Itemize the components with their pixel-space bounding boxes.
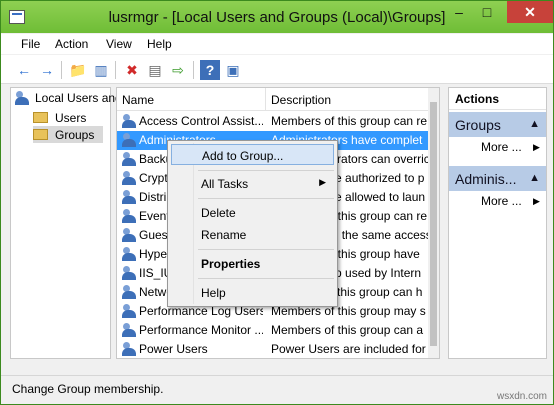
tree-item-label: Users xyxy=(55,111,87,125)
collapse-icon[interactable]: ▲ xyxy=(529,172,540,184)
show-hide-tree-icon[interactable]: ▥ xyxy=(91,60,111,80)
actions-header: Actions xyxy=(449,88,546,110)
title-bar[interactable]: lusrmgr - [Local Users and Groups (Local… xyxy=(1,1,553,33)
more-actions-link[interactable]: More ... ▶ xyxy=(481,194,540,208)
more-actions-link[interactable]: More ... ▶ xyxy=(481,140,540,154)
section-title: Adminis... xyxy=(455,171,517,187)
action-pane-icon[interactable]: ▣ xyxy=(223,60,243,80)
menu-label: Rename xyxy=(201,228,247,242)
submenu-arrow-icon: ▶ xyxy=(533,196,540,206)
group-icon xyxy=(122,323,137,337)
group-icon xyxy=(122,133,137,147)
menu-delete[interactable]: Delete xyxy=(171,202,334,223)
table-row[interactable]: Performance Monitor ... Members of this g… xyxy=(117,321,429,340)
scroll-thumb[interactable] xyxy=(430,102,437,346)
group-icon xyxy=(122,190,137,204)
lusrmgr-window: lusrmgr - [Local Users and Groups (Local… xyxy=(0,0,554,405)
more-label: More ... xyxy=(481,140,522,154)
computer-users-icon xyxy=(15,91,30,105)
submenu-arrow-icon: ▶ xyxy=(319,177,326,187)
menu-separator xyxy=(198,170,334,171)
folder-icon xyxy=(33,129,48,140)
group-icon xyxy=(122,266,137,280)
up-folder-icon[interactable]: 📁 xyxy=(68,60,88,80)
tree-item-users[interactable]: Users xyxy=(33,109,103,126)
actions-section-selected[interactable]: Adminis... ▲ xyxy=(449,166,546,191)
menu-help[interactable]: Help xyxy=(171,282,334,303)
menu-label: All Tasks xyxy=(201,177,249,191)
group-icon xyxy=(122,342,137,356)
group-icon xyxy=(122,247,137,261)
close-button[interactable]: ✕ xyxy=(507,1,553,23)
forward-icon[interactable]: → xyxy=(37,60,57,80)
menu-label: Properties xyxy=(201,257,261,271)
collapse-icon[interactable]: ▲ xyxy=(529,118,540,130)
status-text: Change Group membership. xyxy=(12,382,164,396)
menu-bar: File Action View Help xyxy=(1,34,553,54)
watermark: wsxdn.com xyxy=(496,391,547,402)
more-label: More ... xyxy=(481,194,522,208)
group-description: Power Users are included for xyxy=(271,342,426,356)
group-icon xyxy=(122,228,137,242)
menu-label: Add to Group... xyxy=(202,149,284,163)
group-icon xyxy=(122,209,137,223)
toolbar-separator xyxy=(61,61,62,79)
help-icon[interactable]: ? xyxy=(200,60,220,80)
group-name: Access Control Assist... xyxy=(139,114,263,128)
section-title: Groups xyxy=(455,117,501,133)
list-header: Name Description xyxy=(117,88,428,111)
group-name: Performance Monitor ... xyxy=(139,323,263,337)
back-icon[interactable]: ← xyxy=(14,60,34,80)
toolbar: ← → 📁 ▥ ✖ ▤ ⇨ ? ▣ xyxy=(1,55,553,84)
group-icon xyxy=(122,114,137,128)
console-tree: Local Users and Groups (Local) Users Gro… xyxy=(10,87,204,359)
actions-section-groups[interactable]: Groups ▲ xyxy=(449,112,546,137)
toolbar-separator xyxy=(193,61,194,79)
tree-item-groups[interactable]: Groups xyxy=(33,126,103,143)
group-icon xyxy=(122,304,137,318)
group-description: Members of this group can a xyxy=(271,323,424,337)
menu-action[interactable]: Action xyxy=(55,37,88,51)
menu-separator xyxy=(198,198,334,199)
group-icon xyxy=(122,171,137,185)
menu-add-to-group[interactable]: Add to Group... xyxy=(171,144,334,165)
menu-separator xyxy=(198,278,334,279)
group-name: Power Users xyxy=(139,342,208,356)
menu-file[interactable]: File xyxy=(21,37,40,51)
submenu-arrow-icon: ▶ xyxy=(533,142,540,152)
properties-icon[interactable]: ▤ xyxy=(145,60,165,80)
menu-all-tasks[interactable]: All Tasks ▶ xyxy=(171,173,334,194)
folder-icon xyxy=(33,112,48,123)
tree-item-label: Groups xyxy=(55,128,95,142)
column-header-description[interactable]: Description xyxy=(271,93,331,107)
delete-icon[interactable]: ✖ xyxy=(122,60,142,80)
minimize-button[interactable]: – xyxy=(445,1,473,23)
group-description: Members of this group can re xyxy=(271,114,428,128)
menu-view[interactable]: View xyxy=(106,37,132,51)
context-menu: Add to Group... All Tasks ▶ Delete Renam… xyxy=(167,140,338,307)
menu-help[interactable]: Help xyxy=(147,37,172,51)
menu-label: Help xyxy=(201,286,226,300)
table-row[interactable]: Power Users Power Users are included for xyxy=(117,340,429,358)
menu-label: Delete xyxy=(201,206,236,220)
export-list-icon[interactable]: ⇨ xyxy=(168,60,188,80)
column-header-name[interactable]: Name xyxy=(122,93,154,107)
toolbar-separator xyxy=(115,61,116,79)
menu-rename[interactable]: Rename xyxy=(171,224,334,245)
status-bar: Change Group membership. xyxy=(1,375,553,404)
maximize-button[interactable]: □ xyxy=(473,1,501,23)
table-row[interactable]: Access Control Assist... Members of this … xyxy=(117,112,429,131)
menu-properties[interactable]: Properties xyxy=(171,253,334,274)
vertical-scrollbar[interactable] xyxy=(428,88,439,358)
group-icon xyxy=(122,152,137,166)
actions-pane: Actions Groups ▲ More ... ▶ Adminis... ▲… xyxy=(448,87,547,359)
menu-separator xyxy=(198,249,334,250)
group-icon xyxy=(122,285,137,299)
column-divider[interactable] xyxy=(265,88,266,110)
